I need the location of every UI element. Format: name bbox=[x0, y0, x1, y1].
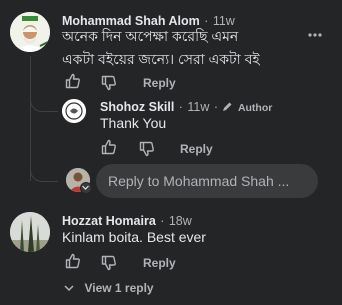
chevron-down-icon[interactable] bbox=[80, 182, 92, 194]
avatar[interactable] bbox=[10, 212, 50, 252]
comment-text: অনেক দিন অপেক্ষা করেছি এমন একটা বইয়ের জ… bbox=[62, 26, 260, 69]
like-icon[interactable] bbox=[101, 139, 117, 155]
commenter-name[interactable]: Shohoz Skill bbox=[100, 100, 174, 114]
author-badge: Author bbox=[237, 102, 273, 114]
separator-dot: · bbox=[178, 100, 183, 114]
reply-button[interactable]: Reply bbox=[143, 256, 176, 270]
avatar[interactable] bbox=[10, 12, 50, 52]
more-dots-icon[interactable] bbox=[307, 30, 323, 40]
avatar[interactable] bbox=[62, 99, 86, 123]
dislike-icon[interactable] bbox=[101, 75, 117, 91]
comment-text: Thank You bbox=[100, 115, 167, 131]
dislike-icon[interactable] bbox=[101, 255, 117, 271]
comment-text: Kinlam boita. Best ever bbox=[62, 229, 206, 245]
thread-branch bbox=[30, 96, 58, 112]
view-replies-label: View 1 reply bbox=[84, 281, 154, 295]
dislike-icon[interactable] bbox=[139, 141, 155, 157]
thread-line bbox=[30, 56, 31, 181]
comment-line: অনেক দিন অপেক্ষা করেছি এমন bbox=[62, 28, 239, 44]
chevron-down-icon bbox=[64, 279, 74, 297]
reply-button[interactable]: Reply bbox=[180, 142, 213, 156]
view-replies-button[interactable]: View 1 reply bbox=[64, 279, 154, 297]
like-icon[interactable] bbox=[65, 253, 81, 269]
reply-input[interactable]: Reply to Mohammad Shah ... bbox=[96, 164, 318, 198]
like-icon[interactable] bbox=[65, 73, 81, 89]
comment-line: একটা বইয়ের জন্যে। সেরা একটা বই bbox=[62, 51, 260, 67]
pencil-icon bbox=[222, 99, 233, 117]
reply-button[interactable]: Reply bbox=[143, 76, 176, 90]
comment-time[interactable]: 18w bbox=[169, 214, 192, 228]
separator-dot: · bbox=[213, 100, 219, 114]
thread-branch bbox=[30, 166, 58, 182]
commenter-name[interactable]: Hozzat Homaira bbox=[62, 214, 156, 228]
comment-time[interactable]: 11w bbox=[187, 100, 209, 114]
separator-dot: · bbox=[160, 214, 165, 228]
